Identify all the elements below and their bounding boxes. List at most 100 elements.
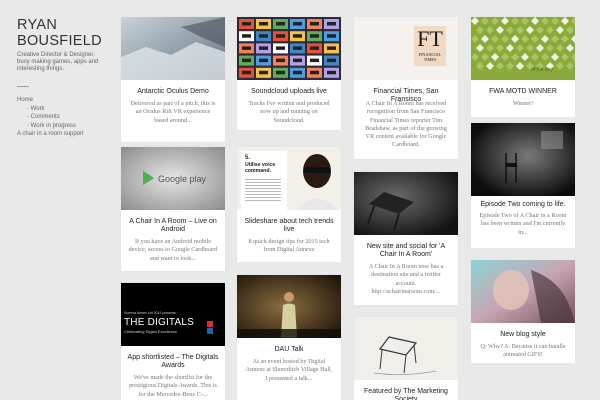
cassette-window xyxy=(293,46,302,50)
post-card[interactable]: Episode Two coming to life. Episode Two … xyxy=(471,123,575,248)
cassette-window xyxy=(276,22,285,26)
post-card[interactable]: Soundcloud uploads live Tracks I've writ… xyxy=(237,17,341,130)
post-card[interactable]: New blog style Q: Why? A: Because it can… xyxy=(471,260,575,363)
post-thumbnail[interactable]: Summa Annex Ltd 2014 presents THE DIGITA… xyxy=(121,283,225,346)
post-excerpt: A Chair In A Room has received recogniti… xyxy=(365,100,447,149)
sidebar: RYAN BOUSFIELD Creative Director & Desig… xyxy=(17,17,107,139)
cassette-window xyxy=(293,58,302,63)
post-thumbnail[interactable] xyxy=(237,275,341,338)
cassette-window xyxy=(242,22,251,26)
nav-item-home[interactable]: Home xyxy=(17,96,107,105)
post-title[interactable]: FWA MOTD WINNER xyxy=(477,88,569,96)
post-excerpt: At an event hosted by Digital Annexe at … xyxy=(245,358,333,382)
slide-body-lines xyxy=(245,177,281,203)
post-title[interactable]: Soundcloud uploads live xyxy=(243,88,335,96)
post-excerpt: Q: Why? A: Because it can handle animate… xyxy=(480,343,566,359)
site-title[interactable]: RYAN BOUSFIELD xyxy=(17,17,102,49)
nav-item-label[interactable]: Home xyxy=(17,97,33,103)
post-card[interactable]: New site and social for 'A Chair In A Ro… xyxy=(354,172,458,305)
google-play-label: Google play xyxy=(158,174,207,184)
nav-item-label[interactable]: Comments xyxy=(31,114,60,120)
post-card[interactable]: of the day FWA MOTD WINNER Winner! xyxy=(471,17,575,117)
post-card[interactable]: Google play A Chair In A Room – Live on … xyxy=(121,147,225,271)
cassette-window xyxy=(310,22,319,26)
cassette-window xyxy=(310,70,319,75)
ft-logo-letters: FT xyxy=(417,26,443,51)
post-card[interactable]: 5. Utilise voice command. Slideshare abo… xyxy=(237,147,341,262)
post-title[interactable]: A Chair In A Room – Live on Android xyxy=(127,218,219,234)
post-thumbnail[interactable]: of the day xyxy=(471,17,575,80)
post-thumbnail[interactable] xyxy=(471,123,575,196)
post-title[interactable]: App shortlisted – The Digitals Awards xyxy=(127,354,219,370)
digitals-color-blocks xyxy=(207,321,213,327)
post-card[interactable]: FT FINANCIAL TIMES Financial Times, San … xyxy=(354,17,458,159)
cassette-window xyxy=(276,70,285,75)
post-title[interactable]: Episode Two coming to life. xyxy=(477,201,569,209)
post-title[interactable]: Featured by The Marketing Society xyxy=(360,388,452,400)
cassette-window xyxy=(327,22,336,26)
cassette-window xyxy=(293,22,302,26)
post-card[interactable]: Featured by The Marketing Society xyxy=(354,317,458,400)
person-with-sunglasses-image xyxy=(291,147,341,210)
cassette-window xyxy=(310,46,319,50)
post-card[interactable]: Summa Annex Ltd 2014 presents THE DIGITA… xyxy=(121,283,225,400)
cassette-window xyxy=(242,34,251,38)
post-title[interactable]: Slideshare about tech trends live xyxy=(243,218,335,234)
nav-item-label[interactable]: A chair in a room support xyxy=(17,131,84,137)
nav-item-comments[interactable]: Comments xyxy=(17,113,107,122)
post-thumbnail[interactable] xyxy=(237,17,341,80)
post-thumbnail[interactable] xyxy=(121,17,225,80)
cassette-window xyxy=(327,34,336,38)
cassette-window xyxy=(310,34,319,38)
main-nav: Home Work Comments Work in progress A ch… xyxy=(17,96,107,139)
post-title[interactable]: New site and social for 'A Chair In A Ro… xyxy=(360,243,452,259)
cassette-window xyxy=(259,70,268,75)
cassette-window xyxy=(259,46,268,50)
post-excerpt: A Chair In A Room now has a destination … xyxy=(368,263,444,295)
digitals-subtitle: Celebrating Digital Excellence xyxy=(124,329,178,334)
nav-item-chair-support[interactable]: A chair in a room support xyxy=(17,130,107,139)
ft-logo: FT FINANCIAL TIMES xyxy=(414,26,446,66)
cassette-window xyxy=(276,34,285,38)
post-title[interactable]: DAU Talk xyxy=(243,346,335,354)
post-card[interactable]: Antarctic Oculus Demo Delivered as part … xyxy=(121,17,225,142)
cassette-window xyxy=(293,70,302,75)
cassette-window xyxy=(259,22,268,26)
cassette-window xyxy=(259,34,268,38)
cassettes-image xyxy=(237,17,341,80)
post-thumbnail[interactable]: FT FINANCIAL TIMES xyxy=(354,17,458,80)
post-excerpt: Delivered as part of a pitch, this is an… xyxy=(130,100,216,124)
fwa-pattern-image xyxy=(471,17,575,80)
chair-room-image xyxy=(471,123,575,196)
cassette-window xyxy=(242,58,251,63)
digitals-title: THE DIGITALS xyxy=(124,317,195,328)
post-thumbnail[interactable] xyxy=(354,317,458,380)
chair-shadow-image xyxy=(354,172,458,235)
post-thumbnail[interactable]: 5. Utilise voice command. xyxy=(237,147,341,210)
cassette-window xyxy=(242,46,251,50)
nav-item-work[interactable]: Work xyxy=(17,105,107,114)
post-thumbnail[interactable]: Google play xyxy=(121,147,225,210)
post-excerpt: We've made the shortlist for the prestig… xyxy=(129,374,217,398)
post-title[interactable]: New blog style xyxy=(477,331,569,339)
digitals-color-blocks xyxy=(207,328,213,334)
slide-number: 5. xyxy=(245,155,251,161)
cassette-window xyxy=(310,58,319,63)
nav-item-label[interactable]: Work in progress xyxy=(31,123,76,129)
cassette-window xyxy=(276,58,285,63)
nav-item-label[interactable]: Work xyxy=(31,106,45,112)
post-card[interactable]: DAU Talk At an event hosted by Digital A… xyxy=(237,275,341,400)
post-title[interactable]: Antarctic Oculus Demo xyxy=(127,88,219,96)
fwa-caption: of the day xyxy=(531,67,553,73)
post-excerpt: 8 quick design tips for 2015 tech from D… xyxy=(248,238,330,254)
cassette-window xyxy=(276,46,285,50)
chair-sketch-image xyxy=(354,317,458,380)
cassette-window xyxy=(327,58,336,63)
post-excerpt: Episode Two of A Chair in a Room has bee… xyxy=(479,212,567,236)
post-thumbnail[interactable] xyxy=(471,260,575,323)
sidebar-divider xyxy=(17,86,29,87)
nav-item-work-in-progress[interactable]: Work in progress xyxy=(17,122,107,131)
post-thumbnail[interactable] xyxy=(354,172,458,235)
speaker-on-stage-image xyxy=(237,275,341,338)
animated-gif-image xyxy=(471,260,575,323)
